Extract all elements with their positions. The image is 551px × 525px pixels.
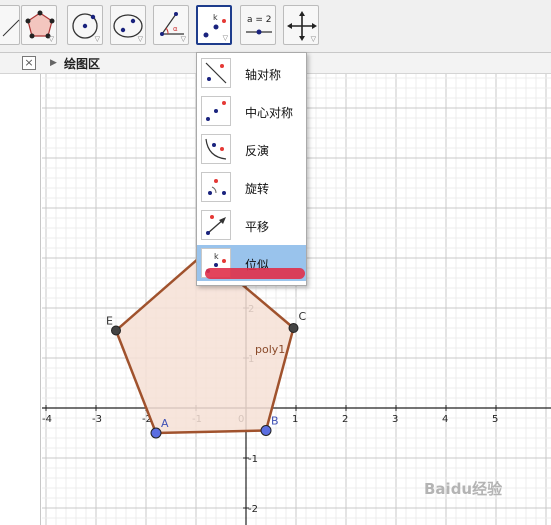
reflect-line-icon bbox=[201, 58, 231, 88]
transform-tool-button[interactable]: k ▽ bbox=[196, 5, 232, 45]
slider-icon: a = 2 bbox=[246, 15, 272, 35]
polygon-label: poly1 bbox=[255, 343, 285, 356]
svg-text:α: α bbox=[173, 25, 178, 33]
point-B[interactable] bbox=[260, 425, 272, 436]
transform-dropdown-menu: 轴对称 中心对称 反演 旋转 平移 k 位似 bbox=[196, 52, 307, 286]
menu-item-label: 反演 bbox=[245, 144, 270, 158]
toolbar: ▽ ▽ ▽ α ▽ k ▽ a = 2 ▽ bbox=[0, 0, 551, 53]
watermark: Baidu经验 bbox=[424, 480, 503, 498]
dilate-icon: k bbox=[203, 13, 226, 38]
x-tick-label: 1 bbox=[292, 414, 298, 425]
algebra-panel bbox=[0, 53, 41, 525]
menu-item-reflect-line[interactable]: 轴对称 bbox=[197, 55, 306, 91]
x-tick-label: 2 bbox=[342, 414, 348, 425]
point-label: C bbox=[299, 310, 307, 323]
menu-item-translate[interactable]: 平移 bbox=[197, 207, 306, 243]
x-tick-label: 3 bbox=[392, 414, 398, 425]
point-label: E bbox=[106, 315, 113, 328]
x-tick-label: 4 bbox=[442, 414, 448, 425]
rotate-icon bbox=[201, 172, 231, 202]
menu-item-rotate[interactable]: 旋转 bbox=[197, 169, 306, 205]
point-label: B bbox=[271, 415, 279, 428]
x-tick-label: -4 bbox=[42, 414, 52, 425]
graphics-view-title: 绘图区 bbox=[64, 57, 101, 71]
red-highlight-mark bbox=[205, 268, 305, 279]
move-view-tool-button[interactable]: ▽ bbox=[283, 5, 319, 45]
x-tick-label: -3 bbox=[92, 414, 102, 425]
y-tick-label: -1 bbox=[248, 454, 258, 465]
menu-item-inversion[interactable]: 反演 bbox=[197, 131, 306, 167]
angle-tool-button[interactable]: α ▽ bbox=[153, 5, 189, 45]
polygon-tool-button[interactable]: ▽ bbox=[21, 5, 57, 45]
y-tick-label: -2 bbox=[248, 504, 258, 515]
slider-tool-label: a = 2 bbox=[247, 15, 272, 25]
point-label: A bbox=[161, 417, 169, 430]
menu-item-reflect-point[interactable]: 中心对称 bbox=[197, 93, 306, 129]
menu-item-label: 轴对称 bbox=[245, 68, 282, 82]
svg-text:k: k bbox=[213, 13, 218, 22]
inversion-icon bbox=[201, 134, 231, 164]
translate-icon bbox=[201, 210, 231, 240]
menu-item-label: 中心对称 bbox=[245, 106, 294, 120]
point-C[interactable] bbox=[288, 323, 299, 333]
menu-item-label: 平移 bbox=[245, 220, 270, 234]
svg-text:k: k bbox=[214, 252, 219, 261]
circle-tool-button[interactable]: ▽ bbox=[67, 5, 103, 45]
close-icon[interactable]: × bbox=[22, 56, 36, 70]
menu-item-label: 旋转 bbox=[245, 182, 270, 196]
x-tick-label: 5 bbox=[492, 414, 498, 425]
conic-tool-button[interactable]: ▽ bbox=[110, 5, 146, 45]
reflect-point-icon bbox=[201, 96, 231, 126]
expand-arrow-icon[interactable]: ▶ bbox=[50, 58, 57, 68]
slider-tool-button[interactable]: a = 2 bbox=[240, 5, 276, 45]
point-A[interactable] bbox=[150, 427, 162, 439]
line-tool-button[interactable] bbox=[0, 5, 20, 45]
